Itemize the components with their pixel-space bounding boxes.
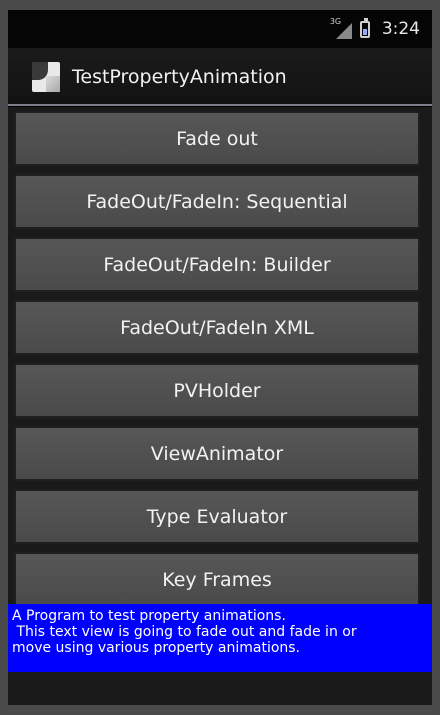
info-text-view: A Program to test property animations. T… [8, 604, 432, 672]
battery-icon [359, 17, 370, 38]
app-title: TestPropertyAnimation [72, 65, 287, 88]
status-bar: 3G 3:24 [8, 10, 432, 48]
info-line: A Program to test property animations. [12, 608, 286, 624]
fadeout-fadein-builder-button[interactable]: FadeOut/FadeIn: Builder [14, 237, 420, 292]
signal-icon: 3G [330, 17, 352, 39]
key-frames-button[interactable]: Key Frames [14, 552, 420, 607]
info-line: This text view is going to fade out and … [12, 624, 357, 640]
main-content: Fade out FadeOut/FadeIn: Sequential Fade… [8, 107, 432, 705]
title-divider [8, 104, 432, 106]
view-animator-button[interactable]: ViewAnimator [14, 426, 420, 481]
title-bar: TestPropertyAnimation [8, 48, 432, 105]
pvholder-button[interactable]: PVHolder [14, 363, 420, 418]
info-line: move using various property animations. [12, 640, 301, 656]
type-evaluator-button[interactable]: Type Evaluator [14, 489, 420, 544]
button-list: Fade out FadeOut/FadeIn: Sequential Fade… [14, 111, 420, 607]
fade-out-button[interactable]: Fade out [14, 111, 420, 166]
fadeout-fadein-xml-button[interactable]: FadeOut/FadeIn XML [14, 300, 420, 355]
phone-screen: 3G 3:24 TestPropertyAnimation Fade out F… [8, 10, 432, 705]
status-icons: 3G 3:24 [330, 10, 420, 48]
app-icon [32, 61, 60, 92]
clock: 3:24 [381, 19, 420, 39]
device-frame: 3G 3:24 TestPropertyAnimation Fade out F… [0, 0, 440, 715]
fadeout-fadein-sequential-button[interactable]: FadeOut/FadeIn: Sequential [14, 174, 420, 229]
